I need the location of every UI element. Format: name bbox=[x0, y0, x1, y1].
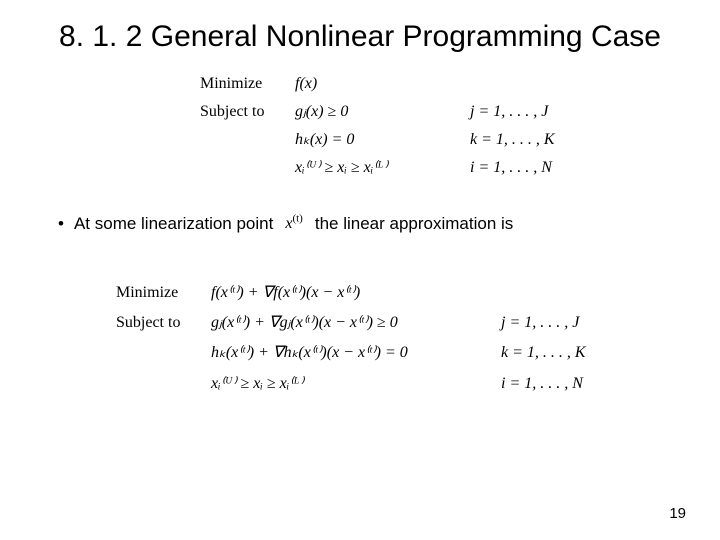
eq-range: k = 1, . . . , K bbox=[470, 126, 555, 154]
lin-bound-range: i = 1, . . . , N bbox=[501, 369, 583, 399]
ineq-expr: gⱼ(x) ≥ 0 bbox=[295, 98, 470, 126]
lin-ineq-expr: gⱼ(x⁽ᵗ⁾) + ∇gⱼ(x⁽ᵗ⁾)(x − x⁽ᵗ⁾) ≥ 0 bbox=[211, 308, 501, 338]
blank-label bbox=[116, 338, 211, 368]
subject-to-label: Subject to bbox=[200, 98, 295, 126]
lin-subject-to-label: Subject to bbox=[116, 308, 211, 338]
ineq-range: j = 1, . . . , J bbox=[470, 98, 548, 126]
bullet-text-post: the linear approximation is bbox=[315, 214, 513, 234]
blank-label bbox=[116, 369, 211, 399]
blank-label bbox=[200, 154, 295, 182]
slide-title: 8. 1. 2 General Nonlinear Programming Ca… bbox=[0, 0, 720, 64]
lin-ineq-range: j = 1, . . . , J bbox=[501, 308, 579, 338]
bound-range: i = 1, . . . , N bbox=[470, 154, 552, 182]
slide: { "title": "8. 1. 2 General Nonlinear Pr… bbox=[0, 0, 720, 540]
bullet-line: • At some linearization point x(t) the l… bbox=[58, 214, 720, 234]
minimize-label: Minimize bbox=[200, 70, 295, 98]
bullet-icon: • bbox=[58, 215, 64, 232]
lin-eq-expr: hₖ(x⁽ᵗ⁾) + ∇hₖ(x⁽ᵗ⁾)(x − x⁽ᵗ⁾) = 0 bbox=[211, 338, 501, 368]
lin-objective-expr: f(x⁽ᵗ⁾) + ∇f(x⁽ᵗ⁾)(x − x⁽ᵗ⁾) bbox=[211, 278, 501, 308]
lin-eq-range: k = 1, . . . , K bbox=[501, 338, 586, 368]
bound-expr: xᵢ⁽ᵁ⁾ ≥ xᵢ ≥ xᵢ⁽ᴸ⁾ bbox=[295, 154, 470, 182]
linearization-point-symbol: x(t) bbox=[285, 215, 303, 233]
bullet-text-pre: At some linearization point bbox=[74, 214, 273, 234]
linear-approximation: Minimize f(x⁽ᵗ⁾) + ∇f(x⁽ᵗ⁾)(x − x⁽ᵗ⁾) Su… bbox=[116, 278, 720, 400]
objective-expr: f(x) bbox=[295, 70, 470, 98]
page-number: 19 bbox=[669, 505, 686, 522]
lin-bound-expr: xᵢ⁽ᵁ⁾ ≥ xᵢ ≥ xᵢ⁽ᴸ⁾ bbox=[211, 369, 501, 399]
nlp-formulation: Minimize f(x) Subject to gⱼ(x) ≥ 0 j = 1… bbox=[200, 70, 720, 182]
lin-minimize-label: Minimize bbox=[116, 278, 211, 308]
eq-expr: hₖ(x) = 0 bbox=[295, 126, 470, 154]
blank-label bbox=[200, 126, 295, 154]
